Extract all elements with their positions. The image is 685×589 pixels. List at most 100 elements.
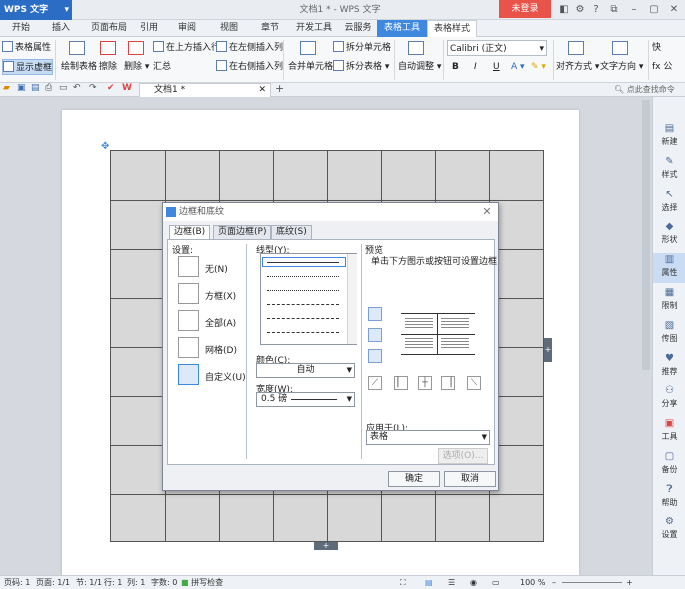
cancel-button[interactable]: 取消 xyxy=(444,471,496,487)
setting-box[interactable]: 方框(X) xyxy=(205,289,236,302)
tab-review[interactable]: 审阅 xyxy=(172,20,202,37)
font-select[interactable]: Calibri (正文) ▾ xyxy=(447,40,547,56)
zoom-slider[interactable] xyxy=(562,582,622,583)
format-painter-icon[interactable]: ✔ xyxy=(107,83,115,93)
italic-button[interactable]: I xyxy=(474,59,477,75)
maximize-icon[interactable]: ▢ xyxy=(646,2,662,18)
reading-view-icon[interactable]: ▭ xyxy=(492,576,500,589)
zoom-out-icon[interactable]: – xyxy=(552,576,556,589)
setting-none[interactable]: 无(N) xyxy=(205,262,228,275)
print-preview-icon[interactable]: ▭ xyxy=(59,83,68,93)
full-screen-icon[interactable]: ⛶ xyxy=(400,576,406,589)
sidebar-item-settings[interactable]: ⚙ 设置 xyxy=(653,515,685,545)
show-gridlines-button[interactable]: 显示虚框 xyxy=(2,59,54,75)
tab-table-tools[interactable]: 表格工具 xyxy=(377,20,427,37)
sidebar-item-upload-image[interactable]: ▧ 传图 xyxy=(653,319,685,349)
insert-col-right-button[interactable]: 在右侧插入列 xyxy=(216,59,283,75)
zoom-level[interactable]: 100 % xyxy=(520,576,545,589)
bottom-border-button[interactable] xyxy=(368,349,382,363)
top-border-button[interactable] xyxy=(368,307,382,321)
draw-table-button[interactable]: 绘制表格 xyxy=(61,59,97,75)
line-style-scrollbar[interactable] xyxy=(347,254,357,344)
setting-custom[interactable]: 自定义(U) xyxy=(205,370,246,383)
tab-section[interactable]: 章节 xyxy=(255,20,285,37)
print-icon[interactable]: ⎙ xyxy=(45,83,52,93)
border-box-icon[interactable] xyxy=(178,283,199,304)
tab-home[interactable]: 开始 xyxy=(4,20,38,37)
summary-button[interactable]: 汇总 xyxy=(153,59,171,75)
quick-calc-button[interactable]: 快 xyxy=(652,40,661,56)
sidebar-item-share[interactable]: ⚇ 分享 xyxy=(653,384,685,414)
skin-icon[interactable]: ◧ xyxy=(556,2,572,18)
tab-page-border[interactable]: 页面边框(P) xyxy=(213,225,272,239)
split-cells-button[interactable]: 拆分单元格 xyxy=(333,40,391,56)
table-properties-button[interactable]: 表格属性 xyxy=(2,40,51,56)
export-pdf-icon[interactable]: ▤ xyxy=(31,83,40,93)
sidebar-item-tools[interactable]: ▣ 工具 xyxy=(653,417,685,447)
merge-cells-button[interactable]: 合并单元格 xyxy=(288,59,333,75)
document-tab[interactable]: 文档1 * ✕ xyxy=(139,83,271,97)
apply-to-select[interactable]: 表格 ▼ xyxy=(366,430,490,445)
undo-icon[interactable]: ↶ xyxy=(73,83,81,93)
app-menu-button[interactable]: WPS 文字 ▾ xyxy=(0,0,72,20)
erase-button[interactable]: 擦除 xyxy=(99,59,117,75)
sidebar-item-backup[interactable]: ▢ 备份 xyxy=(653,450,685,480)
command-search[interactable]: 🔍︎ 点此查找命令 xyxy=(614,84,685,96)
vertical-scrollbar[interactable] xyxy=(642,100,650,370)
border-none-icon[interactable] xyxy=(178,256,199,277)
insert-row-above-button[interactable]: 在上方插入行 xyxy=(153,40,220,56)
sidebar-item-shape[interactable]: ◆ 形状 xyxy=(653,220,685,250)
border-preview[interactable] xyxy=(401,313,475,355)
tab-shading[interactable]: 底纹(S) xyxy=(271,225,312,239)
text-direction-button[interactable]: 文字方向 ▾ xyxy=(600,59,643,75)
border-grid-icon[interactable] xyxy=(178,337,199,358)
inside-vertical-border-button[interactable]: ┼ xyxy=(418,376,432,390)
new-tab-icon[interactable]: + xyxy=(275,82,284,95)
line-style-list[interactable] xyxy=(260,253,357,345)
tab-insert[interactable]: 插入 xyxy=(44,20,78,37)
border-custom-icon[interactable] xyxy=(178,364,199,385)
help-icon[interactable]: ? xyxy=(588,2,604,18)
status-word-count[interactable]: 字数: 0 xyxy=(151,576,177,589)
close-icon[interactable]: ✕ xyxy=(666,2,682,18)
diagonal-down-border-button[interactable]: ⟍ xyxy=(467,376,481,390)
settings-icon[interactable]: ⚙ xyxy=(572,2,588,18)
sidebar-item-help[interactable]: ❓︎ 帮助 xyxy=(653,483,685,513)
zoom-in-icon[interactable]: + xyxy=(626,576,633,589)
restore-icon[interactable]: ⧉ xyxy=(606,2,622,18)
setting-all[interactable]: 全部(A) xyxy=(205,316,236,329)
sidebar-item-recommend[interactable]: ♥ 推荐 xyxy=(653,352,685,382)
close-icon[interactable]: ✕ xyxy=(480,203,494,221)
add-column-handle-icon[interactable]: + xyxy=(544,338,552,362)
redo-icon[interactable]: ↷ xyxy=(89,83,97,93)
right-border-button[interactable]: ▕ xyxy=(441,376,455,390)
font-color-icon[interactable]: A ▾ xyxy=(511,59,525,75)
delete-button[interactable]: 删除 ▾ xyxy=(124,59,149,75)
outline-view-icon[interactable]: ☰ xyxy=(448,576,455,589)
ok-button[interactable]: 确定 xyxy=(388,471,440,487)
autofit-button[interactable]: 自动调整 ▾ xyxy=(398,59,441,75)
table-move-handle-icon[interactable]: ✥ xyxy=(101,141,109,152)
spell-check-button[interactable]: ■ 拼写检查 xyxy=(181,576,223,589)
minimize-icon[interactable]: – xyxy=(626,2,642,18)
tab-view[interactable]: 视图 xyxy=(214,20,244,37)
formula-button[interactable]: fx 公 xyxy=(652,59,672,75)
sidebar-item-style[interactable]: ✎ 样式 xyxy=(653,155,685,185)
bold-button[interactable]: B xyxy=(452,59,459,75)
web-view-icon[interactable]: ◉ xyxy=(470,576,477,589)
align-button[interactable]: 对齐方式 ▾ xyxy=(556,59,599,75)
diagonal-up-border-button[interactable]: ⟋ xyxy=(368,376,382,390)
underline-button[interactable]: U xyxy=(493,59,500,75)
highlight-icon[interactable]: ✎ ▾ xyxy=(531,59,546,75)
left-border-button[interactable]: ▏ xyxy=(394,376,408,390)
tab-page-layout[interactable]: 页面布局 xyxy=(84,20,134,37)
open-folder-icon[interactable]: ▰ xyxy=(3,83,10,93)
insert-col-left-button[interactable]: 在左侧插入列 xyxy=(216,40,283,56)
login-button[interactable]: 未登录 xyxy=(499,0,551,18)
sidebar-item-select[interactable]: ↖ 选择 xyxy=(653,188,685,218)
split-table-button[interactable]: 拆分表格 ▾ xyxy=(333,59,389,75)
tab-developer[interactable]: 开发工具 xyxy=(291,20,337,37)
setting-grid[interactable]: 网格(D) xyxy=(205,343,237,356)
page-view-icon[interactable]: ▤ xyxy=(425,576,433,589)
border-all-icon[interactable] xyxy=(178,310,199,331)
